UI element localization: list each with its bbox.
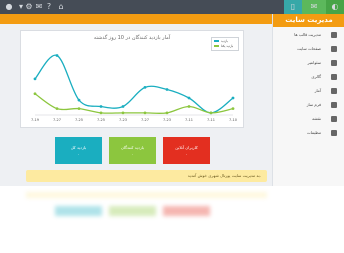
form-icon [331,102,337,108]
sidebar-item-label: آمار [314,88,321,93]
legend-label: بازدید [221,39,228,43]
stat-label: بازدید کنندگان [120,145,144,150]
data-point[interactable] [187,96,191,100]
data-point[interactable] [99,111,103,115]
mobile-button[interactable]: ▯ [284,0,302,14]
map-icon [331,116,337,122]
sidebar: مدیریت سایت مدیریت قالب ها صفحات سایت سئ… [272,14,344,186]
sidebar-title: مدیریت سایت [273,14,344,27]
app-window: ● ▾ ⚙ ✉ ? ⌂ ▯ ✉ ◐ مدیریت سایت مدیریت قال… [0,0,344,186]
stat-value: ۰ [185,152,188,157]
reflection-block [55,206,102,216]
sidebar-item-templates[interactable]: مدیریت قالب ها [273,28,344,42]
data-point[interactable] [77,107,81,111]
reflection-block [163,206,210,216]
gallery-icon [331,74,337,80]
x-tick-label: 7-19 [31,118,39,122]
sidebar-item-stats[interactable]: آمار [273,84,344,98]
x-tick-label: 7-11 [207,118,215,122]
stat-online-users: کاربران آنلاین ۰ [163,137,210,164]
logo-button[interactable]: ◐ [326,0,344,14]
stat-value: ۰ [131,152,134,157]
x-tick-label: 7-27 [141,118,149,122]
sidebar-item-forms[interactable]: فرم ساز [273,98,344,112]
data-point[interactable] [143,85,147,89]
help-icon[interactable]: ? [44,2,54,12]
sidebar-item-label: سئوانتیر [307,60,321,65]
sidebar-item-label: صفحات سایت [297,46,321,51]
seo-icon [331,60,337,66]
x-tick-label: 7-27 [53,118,61,122]
data-point[interactable] [143,111,147,115]
chat-icon[interactable]: ✉ [34,2,44,12]
sidebar-item-label: مدیریت قالب ها [294,32,321,37]
data-point[interactable] [55,107,59,111]
pages-icon [331,46,337,52]
data-point[interactable] [187,105,191,108]
series-line-0 [34,54,234,114]
data-point[interactable] [121,111,125,115]
data-point[interactable] [165,88,169,91]
legend-swatch [214,45,219,47]
settings-icon[interactable]: ⚙ [24,2,34,12]
visitors-chart: 7-19 7-27 7-25 7-25 7-23 7-27 7-23 7-11 7-11 7-10 [31,54,237,122]
data-point[interactable] [231,96,235,100]
visitors-chart-card: آمار بازدید کنندگان در 10 روز گذشته 7-19… [20,30,244,128]
sidebar-item-gallery[interactable]: گالری [273,70,344,84]
top-toolbar: ● ▾ ⚙ ✉ ? ⌂ ▯ ✉ ◐ [0,0,344,14]
home-icon[interactable]: ⌂ [56,2,66,12]
legend-swatch [214,40,219,42]
x-tick-label: 7-23 [119,118,127,122]
sidebar-item-label: نقشه [312,116,321,121]
x-tick-label: 7-25 [75,118,83,122]
stat-visitors: بازدید کنندگان ۰ [109,137,156,164]
stat-value: ۰ [77,152,80,157]
sidebar-item-label: فرم ساز [306,102,321,107]
data-point[interactable] [121,105,125,108]
x-tick-label: 7-23 [163,118,171,122]
stat-label: کاربران آنلاین [175,145,198,150]
layout-icon [331,32,337,38]
stat-total-visits: بازدید کل ۰ [55,137,102,164]
x-tick-label: 7-11 [185,118,193,122]
x-tick-label: 7-25 [97,118,105,122]
sidebar-item-settings[interactable]: تنظیمات [273,126,344,140]
data-point[interactable] [209,111,213,115]
legend-label: بازدید یکتا [221,44,234,48]
reflection [0,186,344,253]
chart-legend: بازدید بازدید یکتا [211,37,239,51]
legend-item: بازدید یکتا [214,44,233,49]
email-icon: ✉ [310,2,318,11]
data-point[interactable] [231,107,235,111]
data-point[interactable] [99,105,103,108]
data-point[interactable] [33,92,37,96]
sidebar-item-pages[interactable]: صفحات سایت [273,42,344,56]
sidebar-item-label: تنظیمات [306,130,321,135]
x-tick-label: 7-10 [229,118,237,122]
reflection-block [26,192,267,198]
sidebar-item-seo[interactable]: سئوانتیر [273,56,344,70]
stat-label: بازدید کل [70,145,87,150]
settings-icon [331,130,337,136]
stats-icon [331,88,337,94]
data-point[interactable] [55,54,59,57]
reflection-block [109,206,156,216]
logo-icon: ◐ [331,2,339,11]
sidebar-item-map[interactable]: نقشه [273,112,344,126]
data-point[interactable] [77,98,81,102]
data-point[interactable] [33,77,37,81]
email-button[interactable]: ✉ [302,0,326,14]
mobile-icon: ▯ [290,2,296,11]
welcome-notice: به مدیریت سایت پورتال شهری خوش آمدید. [26,170,267,182]
data-point[interactable] [165,111,169,115]
user-icon[interactable]: ● [4,2,14,12]
sidebar-item-label: گالری [311,74,321,79]
